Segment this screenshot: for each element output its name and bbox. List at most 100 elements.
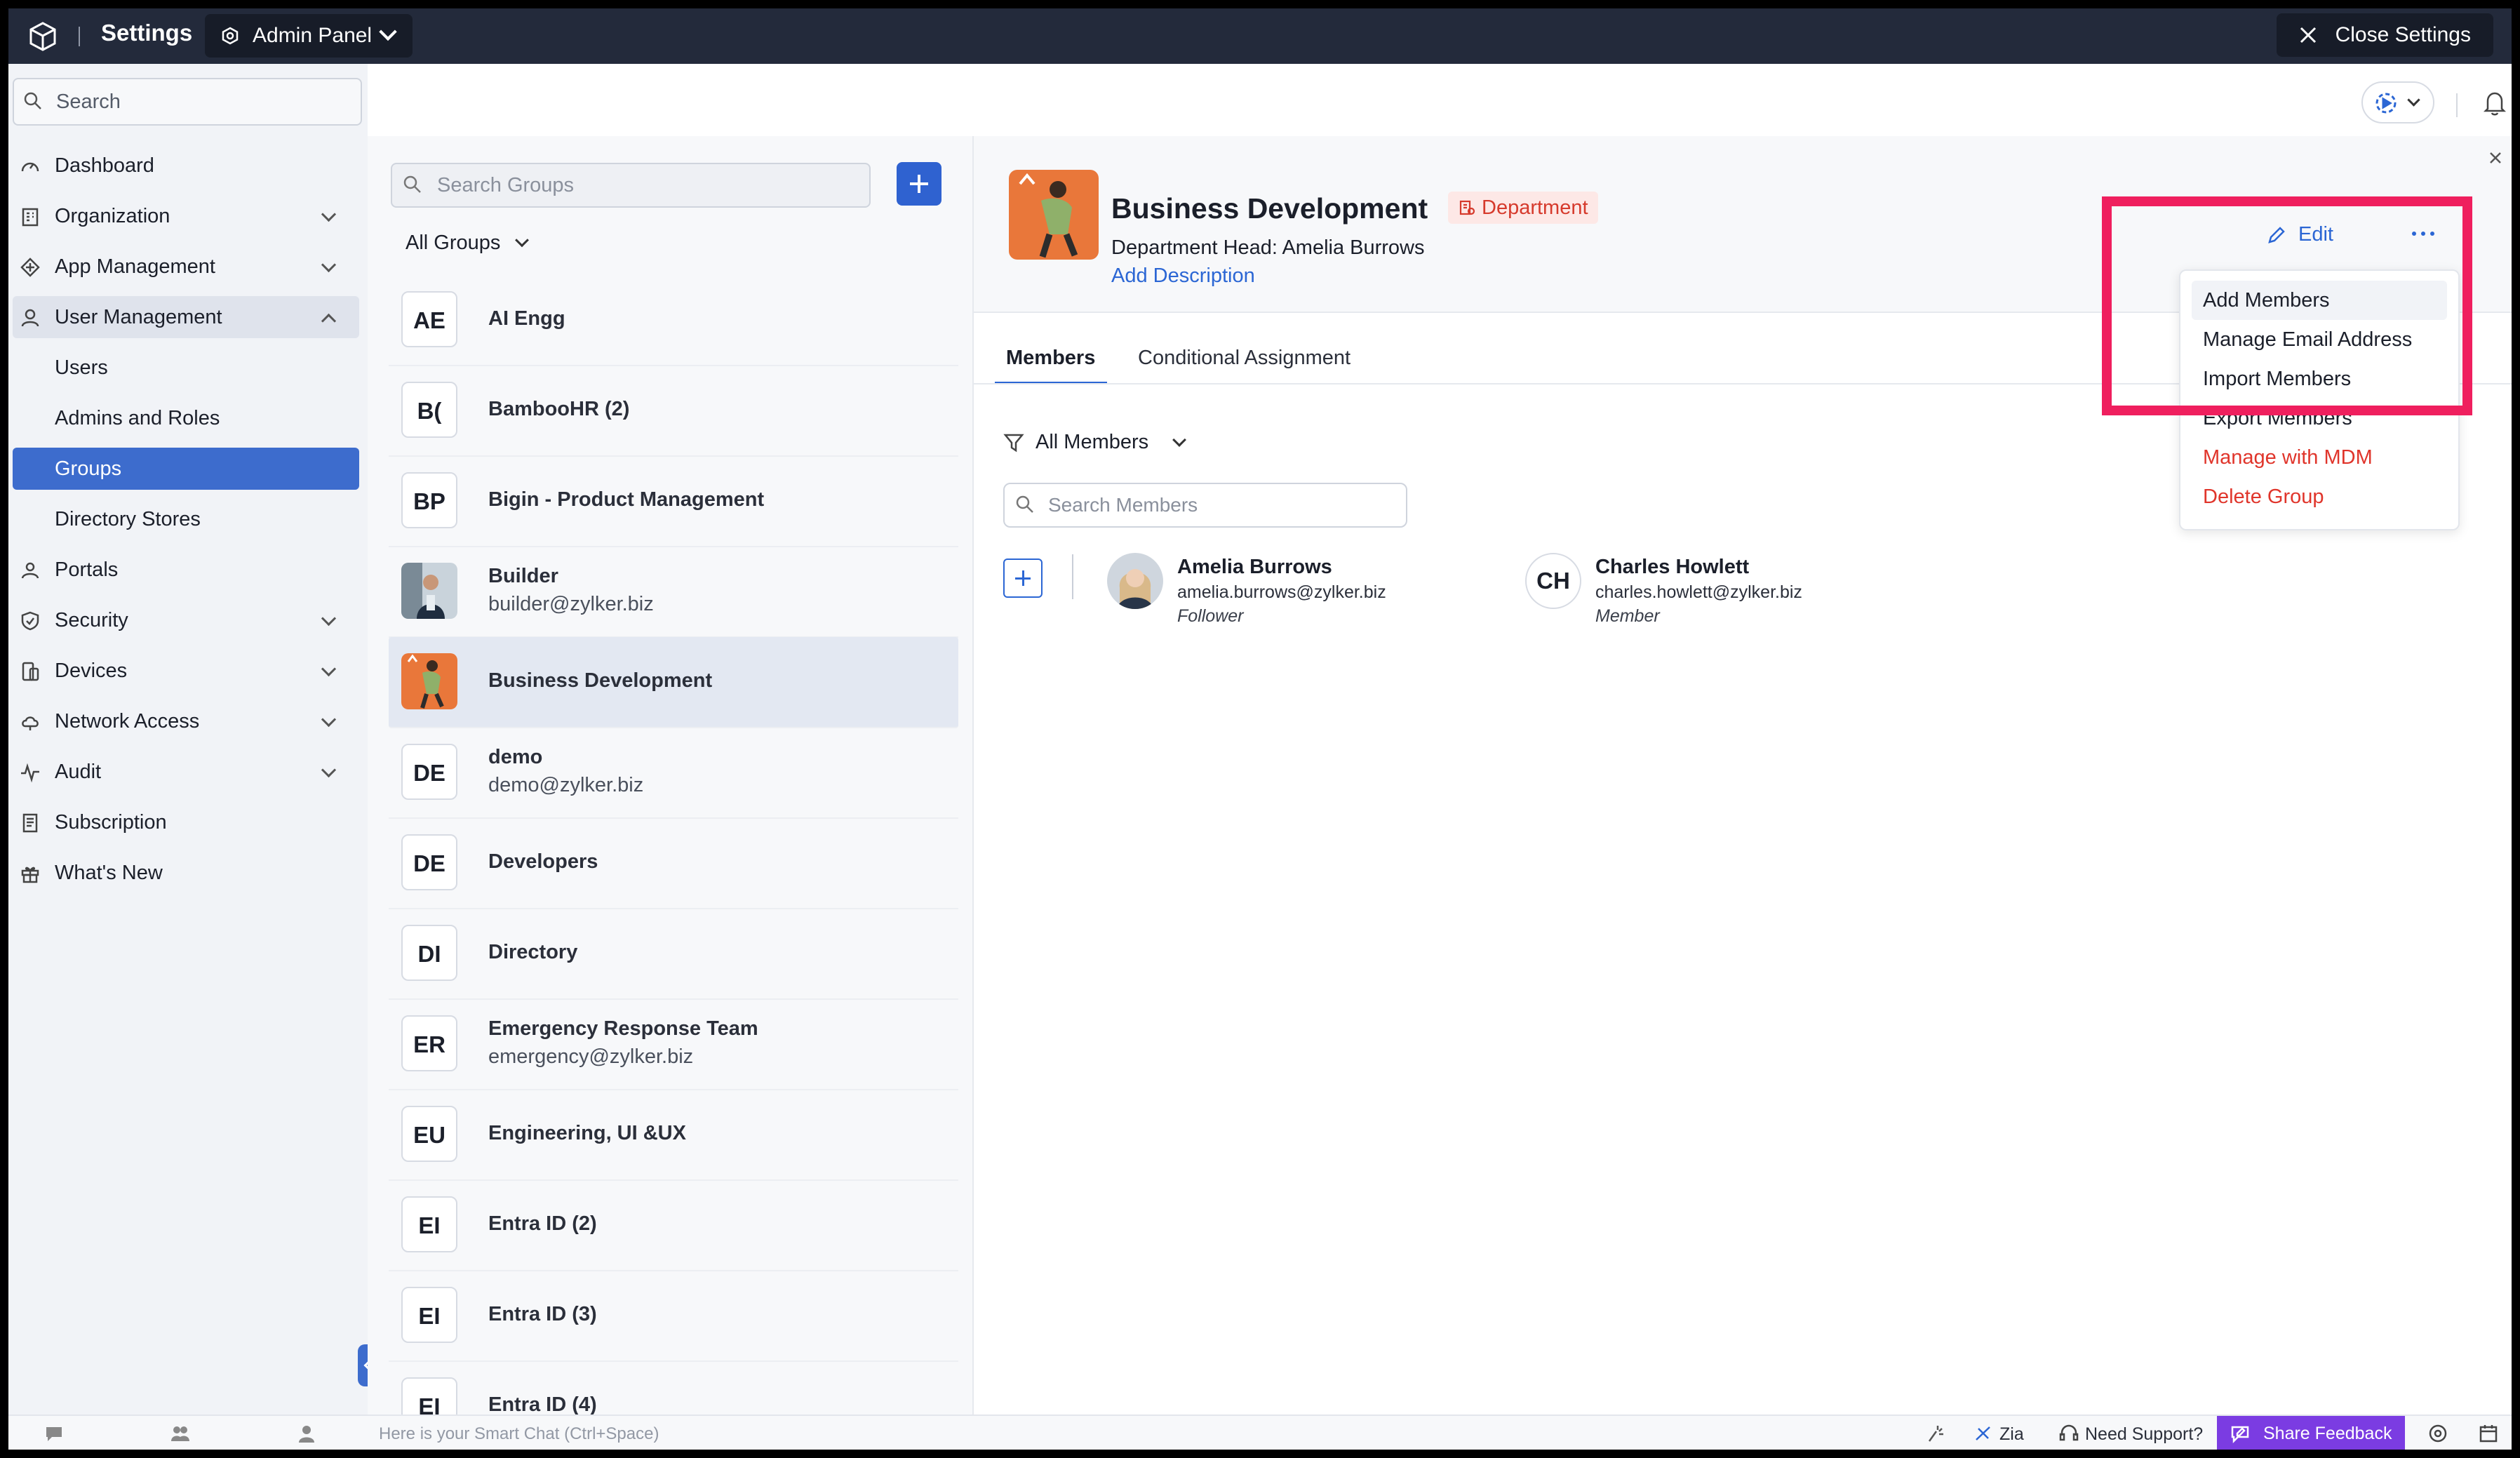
group-name: Entra ID (2) bbox=[488, 1212, 597, 1235]
sidebar-item-network-access[interactable]: Network Access bbox=[13, 700, 359, 742]
department-head-name: Amelia Burrows bbox=[1282, 236, 1425, 259]
activity-icon bbox=[21, 763, 39, 783]
search-groups-input[interactable]: Search Groups bbox=[391, 163, 871, 208]
all-groups-label: All Groups bbox=[406, 232, 501, 254]
sidebar-item-security[interactable]: Security bbox=[13, 599, 359, 641]
edit-button[interactable]: Edit bbox=[2268, 223, 2333, 246]
group-name: Emergency Response Team bbox=[488, 1017, 758, 1040]
sidebar-item-admins-and-roles[interactable]: Admins and Roles bbox=[13, 397, 359, 439]
tab-members[interactable]: Members bbox=[1006, 347, 1095, 370]
group-row-selected[interactable]: Business Development bbox=[389, 637, 958, 728]
user-icon bbox=[21, 309, 39, 327]
tab-conditional-assignment[interactable]: Conditional Assignment bbox=[1138, 347, 1351, 370]
add-member-button[interactable] bbox=[1003, 559, 1043, 598]
app-window: Settings Admin Panel Close Settings Sear… bbox=[8, 8, 2512, 1450]
add-group-button[interactable] bbox=[897, 162, 941, 206]
page-title: Settings bbox=[101, 20, 193, 46]
menu-item-manage-email-address[interactable]: Manage Email Address bbox=[2192, 320, 2447, 359]
chevron-down-icon bbox=[2407, 93, 2420, 107]
app-management-icon bbox=[20, 258, 40, 277]
zia-button[interactable]: Zia bbox=[1999, 1424, 2024, 1445]
group-row[interactable]: ER Emergency Response Team emergency@zyl… bbox=[389, 999, 958, 1090]
sidebar-item-dashboard[interactable]: Dashboard bbox=[13, 145, 359, 187]
group-email: builder@zylker.biz bbox=[488, 593, 654, 615]
group-row[interactable]: DI Directory bbox=[389, 909, 958, 1000]
sidebar-search-input[interactable]: Search bbox=[13, 78, 362, 126]
department-icon bbox=[1459, 200, 1475, 215]
sidebar: Search Dashboard Organization App Manage… bbox=[8, 64, 368, 1414]
close-panel-icon[interactable] bbox=[2488, 150, 2503, 166]
sidebar-item-label: Security bbox=[55, 609, 128, 631]
search-icon bbox=[1016, 495, 1033, 513]
calendar-icon[interactable] bbox=[2478, 1423, 2499, 1444]
all-groups-filter[interactable]: All Groups bbox=[406, 232, 530, 255]
sparkle-icon[interactable] bbox=[1925, 1423, 1946, 1444]
chevron-up-icon bbox=[321, 313, 337, 329]
admin-panel-dropdown[interactable]: Admin Panel bbox=[205, 14, 413, 58]
status-dropdown[interactable] bbox=[2361, 81, 2434, 123]
person-photo-icon bbox=[401, 653, 457, 709]
person-photo-icon bbox=[401, 563, 457, 619]
search-members-input[interactable]: Search Members bbox=[1003, 483, 1407, 528]
member-name: Amelia Burrows bbox=[1177, 556, 1332, 578]
chevron-down-icon bbox=[1172, 433, 1186, 447]
menu-item-import-members[interactable]: Import Members bbox=[2192, 359, 2447, 399]
sidebar-item-whats-new[interactable]: What's New bbox=[13, 852, 359, 894]
group-row[interactable]: EU Engineering, UI &UX bbox=[389, 1090, 958, 1181]
menu-item-delete-group[interactable]: Delete Group bbox=[2192, 477, 2447, 516]
sidebar-item-organization[interactable]: Organization bbox=[13, 195, 359, 237]
add-description-link[interactable]: Add Description bbox=[1111, 265, 1255, 288]
group-name: Builder bbox=[488, 565, 558, 587]
target-icon[interactable] bbox=[2427, 1423, 2448, 1444]
status-icon bbox=[2375, 93, 2397, 114]
group-row[interactable]: DE demo demo@zylker.biz bbox=[389, 728, 958, 819]
sidebar-item-user-management[interactable]: User Management bbox=[13, 296, 359, 338]
pencil-icon bbox=[2268, 227, 2285, 243]
sidebar-item-groups[interactable]: Groups bbox=[13, 448, 359, 490]
chat-icon[interactable] bbox=[43, 1423, 65, 1444]
group-row[interactable]: DE Developers bbox=[389, 818, 958, 909]
more-options-button[interactable] bbox=[2409, 223, 2437, 244]
group-row[interactable]: AE AI Engg bbox=[389, 275, 958, 366]
smart-chat-input[interactable]: Here is your Smart Chat (Ctrl+Space) bbox=[379, 1424, 659, 1444]
close-settings-button[interactable]: Close Settings bbox=[2276, 13, 2493, 57]
headset-icon bbox=[2059, 1424, 2079, 1441]
sidebar-item-audit[interactable]: Audit bbox=[13, 751, 359, 793]
need-support-button[interactable]: Need Support? bbox=[2085, 1424, 2203, 1445]
group-photo-avatar bbox=[1009, 170, 1099, 260]
group-row[interactable]: B( BambooHR (2) bbox=[389, 366, 958, 457]
sidebar-item-label: Admins and Roles bbox=[55, 407, 220, 429]
member-name: Charles Howlett bbox=[1595, 556, 1750, 578]
sidebar-item-app-management[interactable]: App Management bbox=[13, 246, 359, 288]
sidebar-item-directory-stores[interactable]: Directory Stores bbox=[13, 498, 359, 540]
header-separator bbox=[2456, 93, 2458, 117]
sidebar-search-placeholder: Search bbox=[56, 91, 121, 113]
group-name: BambooHR (2) bbox=[488, 398, 630, 420]
shield-icon bbox=[21, 611, 39, 631]
menu-item-export-members[interactable]: Export Members bbox=[2192, 399, 2447, 438]
sidebar-item-subscription[interactable]: Subscription bbox=[13, 801, 359, 843]
people-icon[interactable] bbox=[170, 1423, 191, 1444]
member-email: charles.howlett@zylker.biz bbox=[1595, 582, 1802, 602]
search-icon bbox=[403, 175, 421, 193]
share-feedback-button[interactable]: Share Feedback bbox=[2217, 1416, 2405, 1450]
group-row[interactable]: Builder builder@zylker.biz bbox=[389, 547, 958, 638]
group-avatar: DE bbox=[401, 834, 457, 890]
bell-icon[interactable] bbox=[2481, 89, 2509, 117]
chevron-down-icon bbox=[321, 257, 337, 273]
group-row[interactable]: EI Entra ID (4) bbox=[389, 1361, 958, 1414]
group-name: Developers bbox=[488, 850, 598, 873]
sidebar-item-users[interactable]: Users bbox=[13, 347, 359, 389]
menu-item-add-members[interactable]: Add Members bbox=[2192, 281, 2447, 320]
sidebar-item-label: Portals bbox=[55, 559, 119, 581]
sidebar-item-portals[interactable]: Portals bbox=[13, 549, 359, 591]
group-row[interactable]: EI Entra ID (2) bbox=[389, 1180, 958, 1271]
devices-icon bbox=[22, 662, 39, 681]
contact-icon[interactable] bbox=[296, 1423, 317, 1444]
group-row[interactable]: BP Bigin - Product Management bbox=[389, 456, 958, 547]
sidebar-item-devices[interactable]: Devices bbox=[13, 650, 359, 692]
chevron-down-icon bbox=[321, 711, 337, 728]
menu-item-manage-with-mdm[interactable]: Manage with MDM bbox=[2192, 438, 2447, 477]
member-divider bbox=[1072, 554, 1073, 599]
group-row[interactable]: EI Entra ID (3) bbox=[389, 1271, 958, 1362]
